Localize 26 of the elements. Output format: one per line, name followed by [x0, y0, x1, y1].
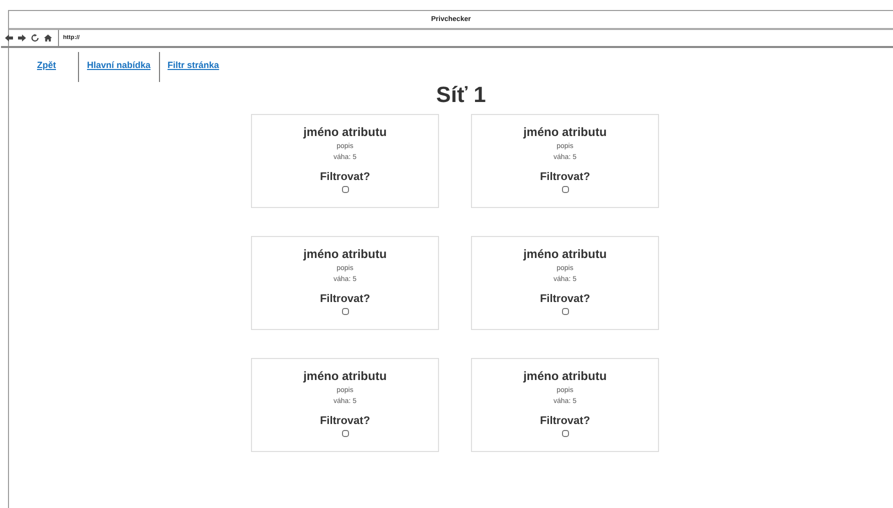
- filter-label: Filtrovat?: [320, 171, 370, 183]
- filter-label: Filtrovat?: [540, 171, 590, 183]
- back-icon[interactable]: [5, 34, 13, 42]
- filter-checkbox[interactable]: [562, 430, 568, 437]
- attribute-name: jméno atributu: [523, 125, 607, 139]
- page-heading: Síť 1: [435, 82, 487, 108]
- forward-icon[interactable]: [18, 34, 26, 42]
- attribute-name: jméno atributu: [303, 125, 387, 139]
- filter-checkbox[interactable]: [562, 308, 568, 315]
- filter-checkbox[interactable]: [342, 186, 348, 193]
- nav-link[interactable]: Hlavní nabídka: [78, 52, 159, 82]
- attribute-name: jméno atributu: [303, 369, 387, 383]
- filter-label: Filtrovat?: [540, 293, 590, 305]
- filter-checkbox[interactable]: [342, 430, 348, 437]
- filter-label: Filtrovat?: [320, 415, 370, 427]
- filter-checkbox[interactable]: [342, 308, 348, 315]
- refresh-icon[interactable]: [31, 34, 39, 42]
- attribute-name: jméno atributu: [523, 247, 607, 261]
- filter-checkbox[interactable]: [562, 186, 568, 193]
- nav-link[interactable]: Filtr stránka: [158, 52, 228, 82]
- home-icon[interactable]: [44, 34, 52, 42]
- attribute-name: jméno atributu: [303, 247, 387, 261]
- nav-link[interactable]: Zpět: [27, 52, 78, 82]
- attribute-name: jméno atributu: [523, 369, 607, 383]
- filter-label: Filtrovat?: [540, 415, 590, 427]
- filter-label: Filtrovat?: [320, 293, 370, 305]
